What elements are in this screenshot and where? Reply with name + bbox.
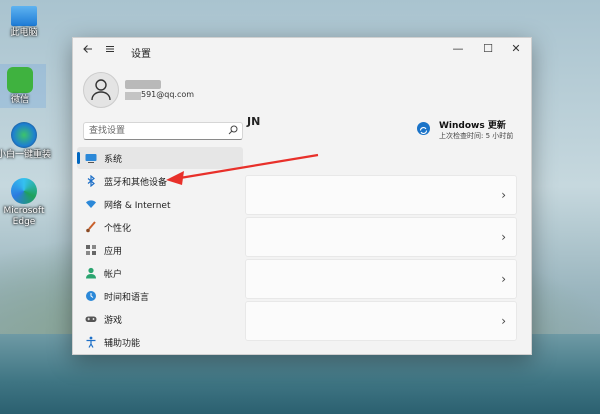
annotation-arrow — [166, 153, 319, 185]
